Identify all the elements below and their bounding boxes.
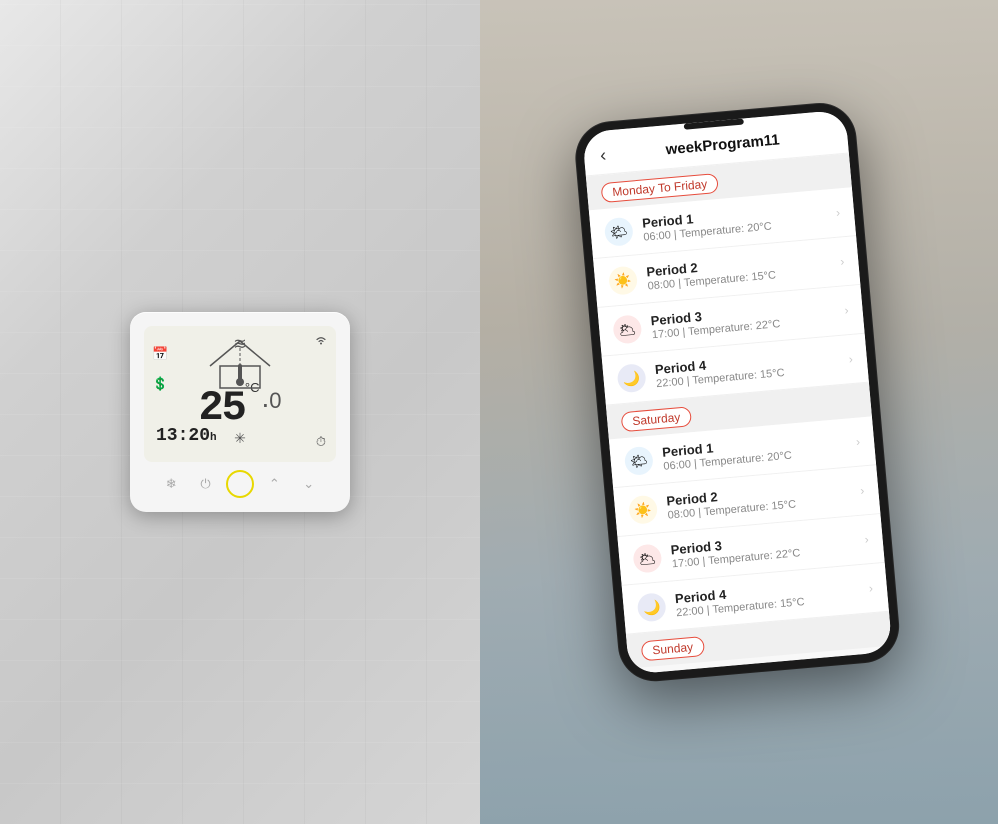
saturday-label: Saturday — [621, 406, 693, 432]
app-content[interactable]: Monday To Friday 🌤 Period 1 06:00 | Temp… — [586, 153, 893, 674]
right-panel: ‹ weekProgram11 Monday To Friday 🌤 Pe — [480, 0, 998, 824]
eco-icon: 💲 — [152, 376, 168, 392]
period-4-info: Period 4 22:00 | Temperature: 15°C — [654, 345, 850, 390]
chevron-right-icon: › — [835, 205, 840, 219]
phone-device: ‹ weekProgram11 Monday To Friday 🌤 Pe — [573, 101, 901, 683]
chevron-down-icon: ⌄ — [303, 476, 314, 492]
house-icon — [205, 336, 275, 396]
thermostat-buttons: ❄ ⏻ ⌃ ⌄ — [144, 470, 336, 498]
schedule-icon: 📅 — [152, 346, 168, 362]
back-button[interactable]: ‹ — [599, 145, 607, 166]
chevron-right-icon: › — [844, 303, 849, 317]
left-panel: ≋ 📅 💲 — [0, 0, 480, 824]
time-display: 13:20h — [156, 426, 217, 446]
sun-icon: ☀️ — [634, 500, 653, 518]
sun-cloud-icon: 🌤 — [609, 223, 628, 241]
snowflake-button[interactable]: ❄ — [157, 470, 185, 498]
time-suffix: h — [210, 432, 217, 444]
power-button[interactable]: ⏻ — [192, 470, 220, 498]
period-1-info: Period 1 06:00 | Temperature: 20°C — [642, 199, 838, 244]
sat-period-4-icon: 🌙 — [637, 592, 667, 622]
clock-icon: ⏱ — [316, 434, 326, 450]
period-2-day-icon: ☀️ — [608, 265, 638, 295]
thermostat-device: ≋ 📅 💲 — [130, 312, 350, 512]
sat-period-1-info: Period 1 06:00 | Temperature: 20°C — [662, 428, 858, 473]
chevron-right-icon: › — [868, 581, 873, 595]
sun-icon: ☀️ — [614, 271, 633, 289]
power-icon: ⏻ — [200, 476, 210, 492]
sat-period-4-info: Period 4 22:00 | Temperature: 15°C — [674, 574, 870, 619]
circle-button[interactable] — [226, 470, 254, 498]
phone-screen: ‹ weekProgram11 Monday To Friday 🌤 Pe — [582, 110, 892, 675]
side-icons: 📅 💲 — [152, 346, 168, 392]
chevron-up-icon: ⌃ — [269, 476, 280, 492]
sat-period-2-icon: ☀️ — [628, 495, 658, 525]
sat-period-2-info: Period 2 08:00 | Temperature: 15°C — [666, 477, 862, 522]
sun-cloud-icon: 🌤 — [629, 452, 648, 470]
chevron-right-icon: › — [848, 352, 853, 366]
down-button[interactable]: ⌄ — [295, 470, 323, 498]
wifi-icon — [314, 334, 328, 348]
bottom-icons: ⏱ — [316, 434, 326, 450]
chevron-right-icon: › — [864, 532, 869, 546]
moon-icon: 🌙 — [642, 598, 661, 616]
sat-period-1-icon: 🌤 — [624, 446, 654, 476]
monday-friday-label: Monday To Friday — [601, 173, 719, 203]
up-button[interactable]: ⌃ — [260, 470, 288, 498]
chevron-right-icon: › — [860, 483, 865, 497]
period-1-morning-icon: 🌤 — [604, 217, 634, 247]
period-4-night-icon: 🌙 — [616, 363, 646, 393]
thermostat-screen: ≋ 📅 💲 — [144, 326, 336, 462]
moon-icon: 🌙 — [622, 369, 641, 387]
phone-container: ‹ weekProgram11 Monday To Friday 🌤 Pe — [573, 101, 901, 683]
cloud-sun-icon: 🌥 — [618, 320, 637, 338]
period-2-info: Period 2 08:00 | Temperature: 15°C — [646, 248, 842, 293]
sunday-label: Sunday — [641, 636, 705, 661]
snowflake-icon: ❄ — [166, 476, 177, 492]
chevron-right-icon: › — [840, 254, 845, 268]
chevron-right-icon: › — [855, 435, 860, 449]
cloud-sun-icon: 🌥 — [638, 549, 657, 567]
period-3-info: Period 3 17:00 | Temperature: 22°C — [650, 296, 846, 341]
sat-period-3-icon: 🌥 — [632, 543, 662, 573]
sat-period-3-info: Period 3 17:00 | Temperature: 22°C — [670, 526, 866, 571]
mode-icon: ✳ — [234, 430, 246, 448]
period-3-evening-icon: 🌥 — [612, 314, 642, 344]
time-value: 13:20 — [156, 426, 210, 446]
